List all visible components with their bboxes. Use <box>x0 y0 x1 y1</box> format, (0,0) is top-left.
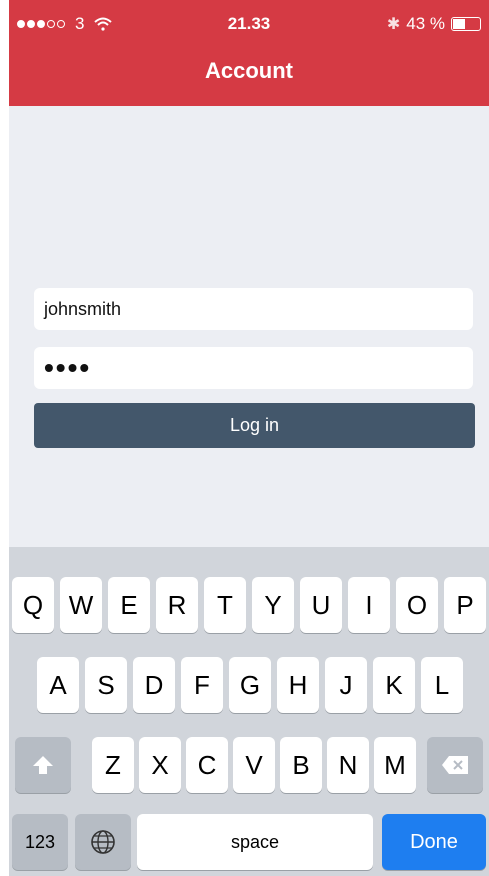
backspace-key[interactable] <box>427 737 483 793</box>
space-key[interactable]: space <box>137 814 373 870</box>
key-x[interactable]: X <box>139 737 181 793</box>
key-g[interactable]: G <box>229 657 271 713</box>
password-field[interactable]: •••• <box>34 347 473 389</box>
globe-icon <box>91 830 115 854</box>
key-t[interactable]: T <box>204 577 246 633</box>
password-value: •••• <box>44 352 92 383</box>
shift-icon <box>33 756 53 774</box>
username-field[interactable]: johnsmith <box>34 288 473 330</box>
key-q[interactable]: Q <box>12 577 54 633</box>
app-header: 3 21.33 ✱ 43 % Account <box>9 0 489 106</box>
key-l[interactable]: L <box>421 657 463 713</box>
key-a[interactable]: A <box>37 657 79 713</box>
status-right: ✱ 43 % <box>387 14 481 34</box>
page-title: Account <box>205 58 293 83</box>
key-v[interactable]: V <box>233 737 275 793</box>
backspace-icon <box>442 756 468 774</box>
key-d[interactable]: D <box>133 657 175 713</box>
key-b[interactable]: B <box>280 737 322 793</box>
key-c[interactable]: C <box>186 737 228 793</box>
battery-icon <box>451 17 481 31</box>
key-z[interactable]: Z <box>92 737 134 793</box>
key-s[interactable]: S <box>85 657 127 713</box>
key-n[interactable]: N <box>327 737 369 793</box>
key-i[interactable]: I <box>348 577 390 633</box>
key-o[interactable]: O <box>396 577 438 633</box>
bluetooth-icon: ✱ <box>386 16 401 33</box>
key-r[interactable]: R <box>156 577 198 633</box>
key-p[interactable]: P <box>444 577 486 633</box>
numbers-key[interactable]: 123 <box>12 814 68 870</box>
login-button-label: Log in <box>229 415 280 435</box>
username-value: johnsmith <box>44 298 122 319</box>
status-bar: 3 21.33 ✱ 43 % <box>9 0 489 50</box>
key-h[interactable]: H <box>277 657 319 713</box>
keyboard: 123 space Done QWERTYUIOP ASDFGHJKL ZXCVBN… <box>9 547 489 876</box>
space-key-label: space <box>230 831 280 852</box>
numbers-key-label: 123 <box>24 831 56 852</box>
key-w[interactable]: W <box>60 577 102 633</box>
login-button[interactable]: Log in <box>34 403 475 448</box>
done-key-label: Done <box>410 830 458 853</box>
key-u[interactable]: U <box>300 577 342 633</box>
key-f[interactable]: F <box>181 657 223 713</box>
phone-screen: 3 21.33 ✱ 43 % Account johnsmith •••• Lo… <box>9 0 489 876</box>
battery-percent: 43 % <box>406 14 445 33</box>
globe-key[interactable] <box>75 814 131 870</box>
shift-key[interactable] <box>15 737 71 793</box>
key-j[interactable]: J <box>325 657 367 713</box>
done-key[interactable]: Done <box>382 814 486 870</box>
key-m[interactable]: M <box>374 737 416 793</box>
key-y[interactable]: Y <box>252 577 294 633</box>
key-k[interactable]: K <box>373 657 415 713</box>
key-e[interactable]: E <box>108 577 150 633</box>
